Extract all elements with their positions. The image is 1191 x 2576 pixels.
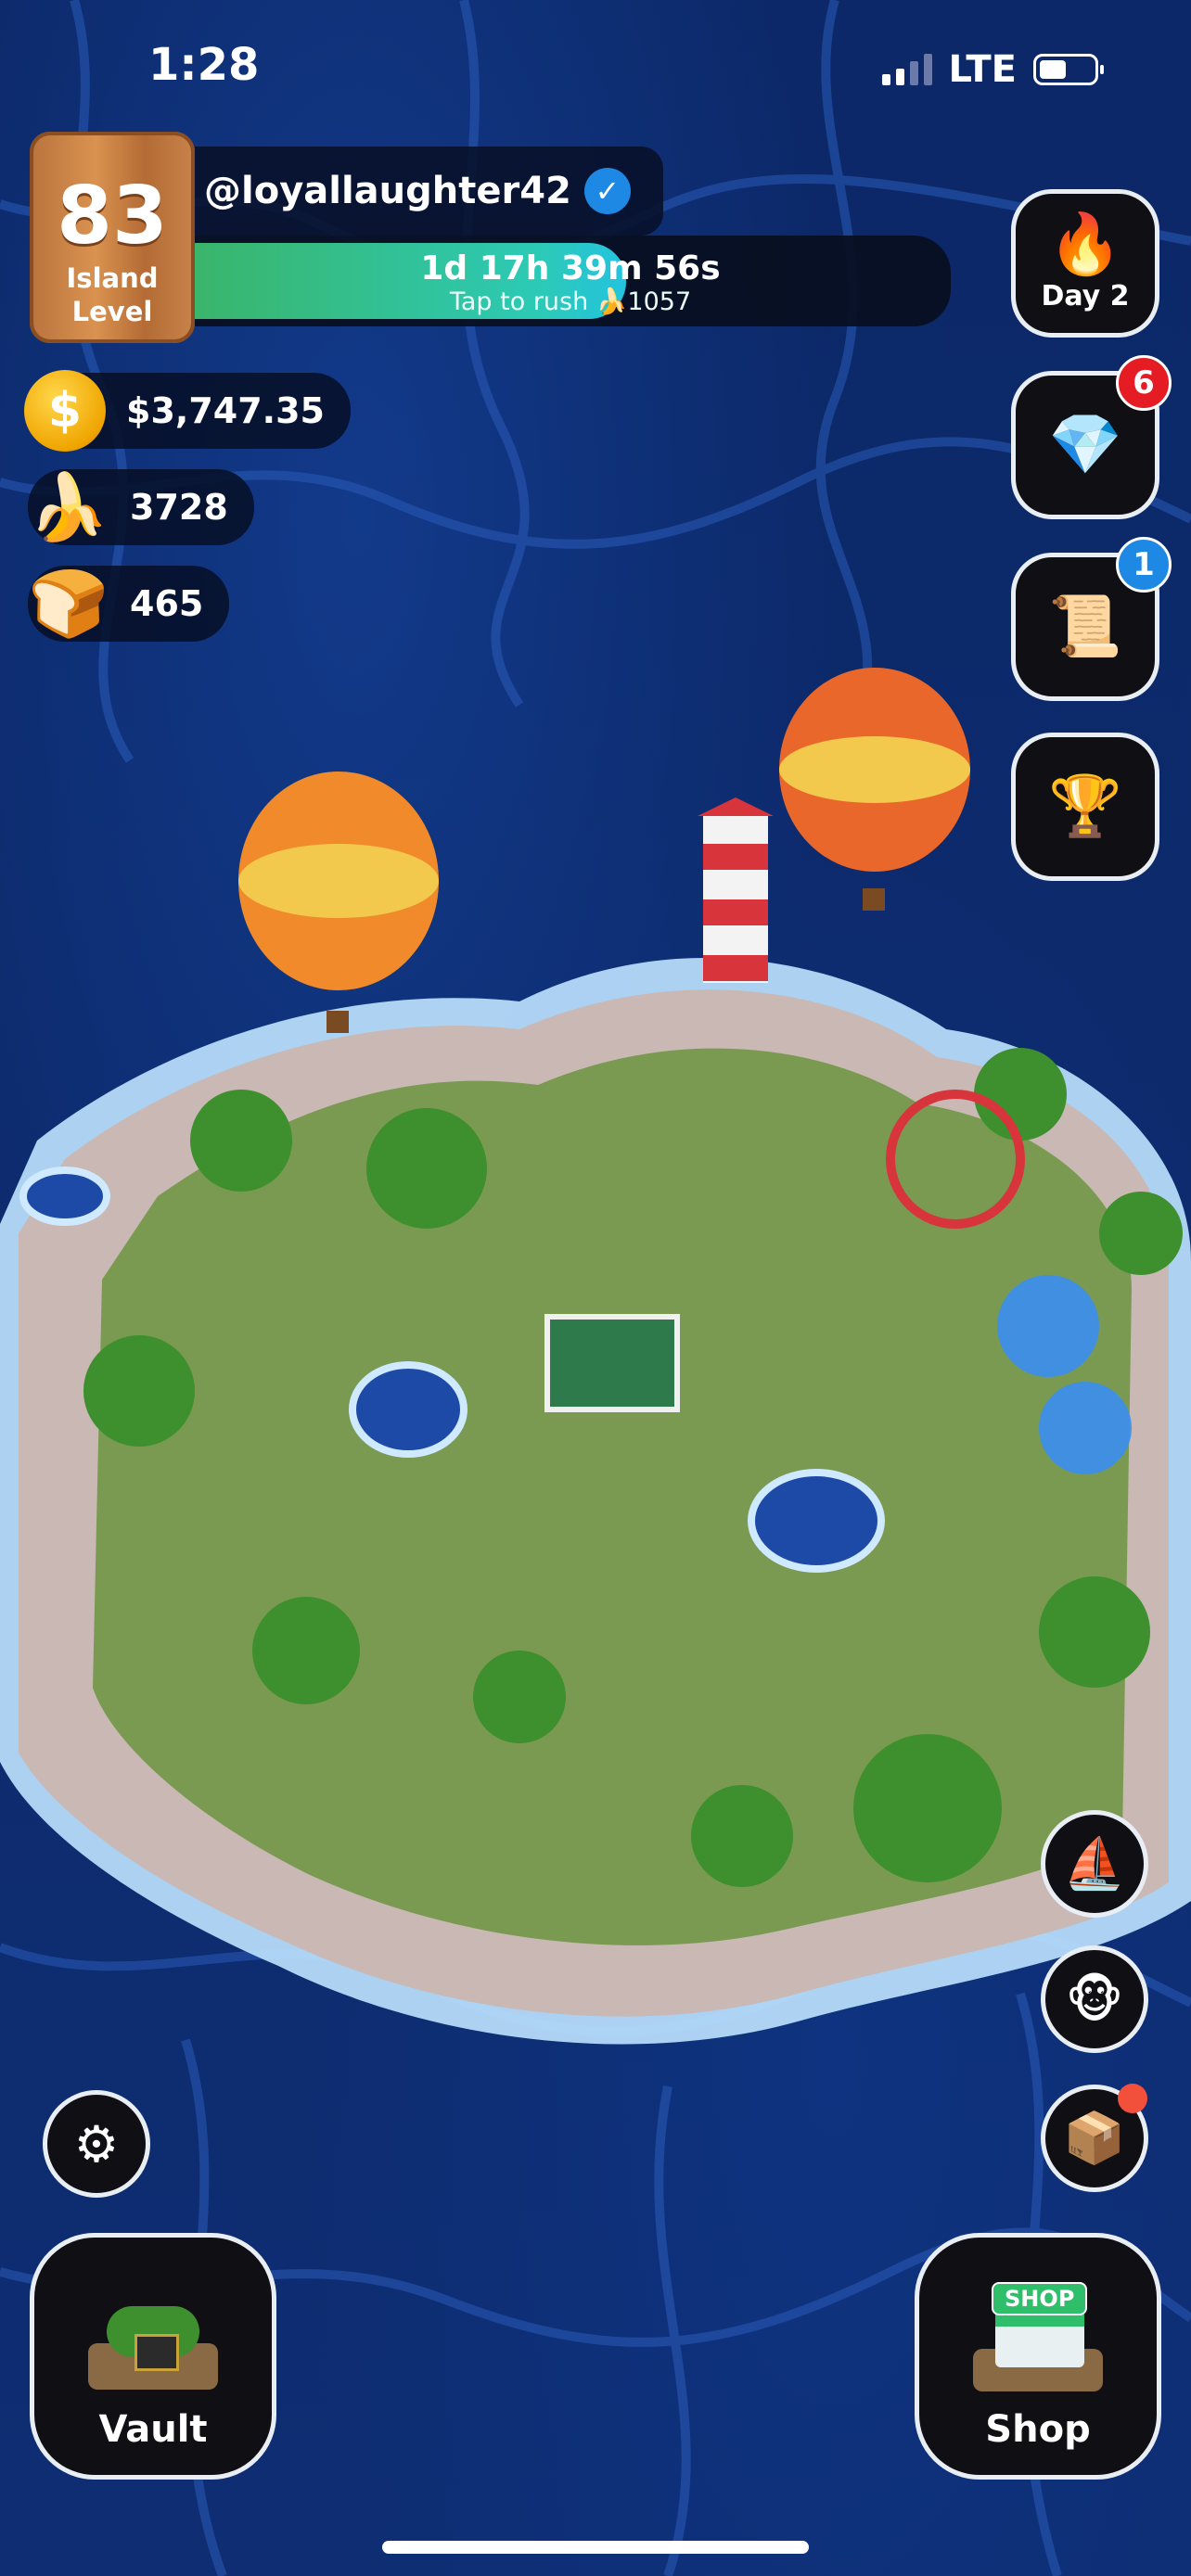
profile-username[interactable]: @loyallaughter42 xyxy=(195,147,663,236)
boat-button[interactable]: ⛵ xyxy=(1041,1810,1148,1918)
quests-button[interactable]: 📜 1 xyxy=(1011,537,1172,701)
daily-streak-button[interactable]: 🔥 Day 2 xyxy=(1011,189,1159,338)
shop-label: Shop xyxy=(985,2408,1091,2451)
banana-value: 3728 xyxy=(130,487,228,528)
verified-check-icon xyxy=(583,168,631,214)
status-time: 1:28 xyxy=(148,39,260,91)
banana-bread-icon: 🍞 xyxy=(28,565,109,642)
gems-button[interactable]: 💎 6 xyxy=(1011,355,1172,519)
bread-value: 465 xyxy=(130,583,204,624)
monkey-icon: 🐵 xyxy=(1065,1970,1124,2029)
vault-button[interactable]: Vault xyxy=(30,2233,276,2480)
vault-label: Vault xyxy=(98,2408,208,2451)
shop-sign-text: SHOP xyxy=(992,2282,1088,2315)
balloon-left xyxy=(238,772,439,1033)
rush-cost-text: Tap to rush 🍌1057 xyxy=(449,287,692,317)
bread-counter[interactable]: 🍞 465 xyxy=(28,565,230,642)
island-level-badge[interactable]: 83 Island Level xyxy=(30,132,195,343)
banana-counter[interactable]: 🍌 3728 xyxy=(28,469,254,545)
rush-timer-bar[interactable]: 1d 17h 39m 56s Tap to rush 🍌1057 xyxy=(195,236,951,326)
vault-island-icon xyxy=(70,2288,237,2399)
gear-icon: ⚙ xyxy=(73,2114,120,2174)
streak-day-label: Day 2 xyxy=(1041,279,1130,312)
shop-button[interactable]: SHOP Shop xyxy=(915,2233,1161,2480)
sailboat-icon: ⛵ xyxy=(1063,1834,1126,1893)
network-label: LTE xyxy=(948,48,1017,91)
leaderboard-button[interactable]: 🏆 xyxy=(1011,733,1159,881)
status-indicators: LTE xyxy=(881,48,1104,91)
rush-time-left: 1d 17h 39m 56s xyxy=(420,249,721,287)
island-level-label: Island Level xyxy=(66,262,159,328)
username-text: @loyallaughter42 xyxy=(204,170,571,212)
settings-button[interactable]: ⚙ xyxy=(43,2090,150,2198)
cash-counter[interactable]: $ $3,747.35 xyxy=(24,370,351,452)
battery-icon xyxy=(1033,54,1104,85)
island-level-number: 83 xyxy=(57,170,168,262)
gems-notification-badge: 6 xyxy=(1116,355,1172,411)
shop-building-icon: SHOP xyxy=(954,2282,1121,2399)
trophy-laurel-icon: 🏆 xyxy=(1048,772,1122,841)
signal-icon xyxy=(881,54,932,85)
flame-icon: 🔥 xyxy=(1048,210,1122,279)
banana-icon: 🍌 xyxy=(28,468,109,545)
inventory-button[interactable]: 📦 xyxy=(1041,2084,1148,2192)
open-box-icon: 📦 xyxy=(1063,2109,1126,2167)
monkey-button[interactable]: 🐵 xyxy=(1041,1945,1148,2053)
home-indicator[interactable] xyxy=(382,2541,809,2554)
diamond-icon: 💎 xyxy=(1048,411,1122,479)
inventory-notification-dot xyxy=(1118,2084,1147,2113)
balloon-right xyxy=(779,668,970,911)
cash-value: $3,747.35 xyxy=(126,390,325,431)
quests-notification-badge: 1 xyxy=(1116,537,1172,593)
scroll-quill-icon: 📜 xyxy=(1048,593,1122,661)
dollar-coin-icon: $ xyxy=(24,370,106,452)
